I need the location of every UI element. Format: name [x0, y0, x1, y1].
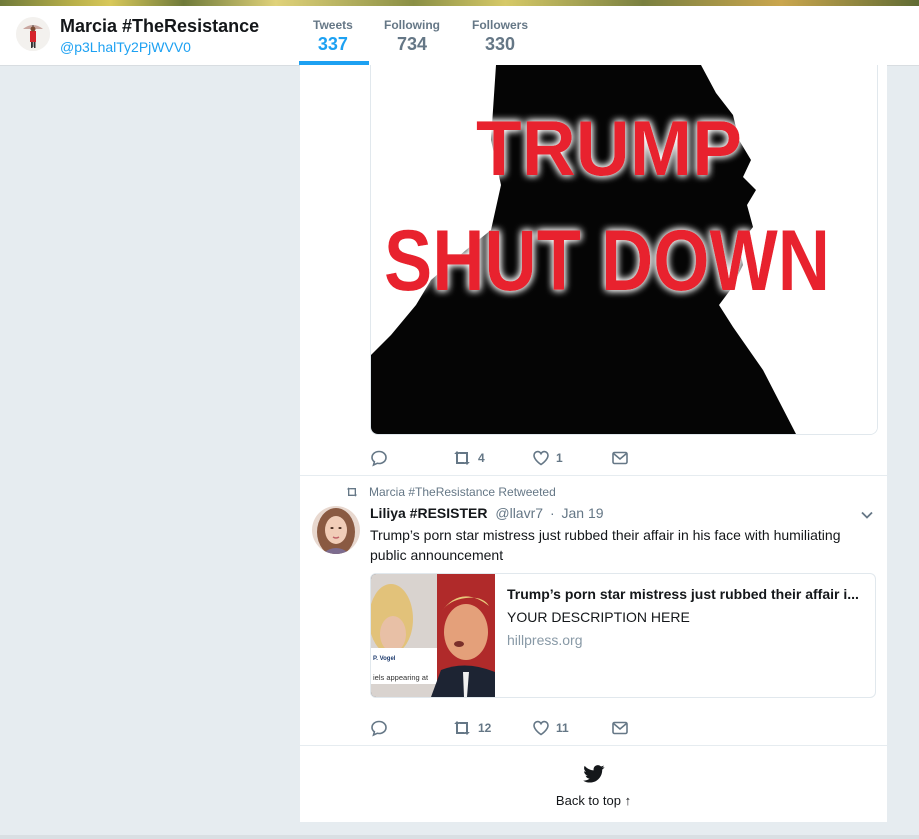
author-avatar[interactable] — [312, 506, 360, 554]
nav-tweets[interactable]: Tweets 337 — [313, 18, 353, 55]
reply-icon — [371, 720, 387, 737]
retweet-icon — [346, 487, 358, 497]
reply-icon — [371, 450, 387, 467]
reply-button[interactable] — [370, 446, 388, 470]
tweet-divider — [300, 475, 887, 476]
like-button[interactable]: 11 — [532, 716, 569, 740]
twitter-bird-icon — [583, 765, 605, 783]
thumb-caption-2: iels appearing at — [373, 673, 429, 682]
link-card-domain: hillpress.org — [507, 632, 583, 648]
nav-tweets-count: 337 — [317, 34, 348, 54]
link-card-description: YOUR DESCRIPTION HERE — [507, 609, 690, 625]
retweet-button[interactable]: 12 — [452, 716, 491, 740]
like-icon — [533, 450, 549, 466]
nav-followers-count: 330 — [484, 34, 516, 54]
direct-message-icon — [612, 721, 628, 735]
retweet-context-label[interactable]: Marcia #TheResistance Retweeted — [369, 485, 556, 499]
link-card-thumbnail: P. Vogel iels appearing at — [371, 574, 495, 697]
profile-header: Marcia #TheResistance @p3LhalTy2PjWVV0 T… — [0, 6, 919, 66]
direct-message-button[interactable] — [611, 446, 629, 470]
nav-following-label: Following — [384, 18, 440, 32]
reply-button[interactable] — [370, 716, 388, 740]
nav-followers[interactable]: Followers 330 — [472, 18, 528, 55]
tweet-menu-button[interactable] — [860, 508, 874, 527]
tweet1-actions: 4 1 — [370, 446, 670, 470]
retweet-context: Marcia #TheResistance Retweeted — [345, 485, 556, 499]
like-count: 11 — [556, 721, 569, 735]
nav-following[interactable]: Following 734 — [384, 18, 440, 55]
tweet-divider — [300, 745, 887, 746]
like-button[interactable]: 1 — [532, 446, 563, 470]
profile-avatar[interactable] — [16, 17, 50, 51]
profile-name[interactable]: Marcia #TheResistance — [60, 16, 259, 37]
tweet-timestamp[interactable]: Jan 19 — [562, 505, 604, 521]
tweet2-actions: 12 11 — [370, 716, 670, 740]
retweet-button[interactable]: 4 — [452, 446, 485, 470]
back-to-top-link[interactable]: Back to top ↑ — [300, 793, 887, 808]
profile-handle[interactable]: @p3LhalTy2PjWVV0 — [60, 39, 191, 55]
author-handle[interactable]: @llavr7 — [495, 505, 543, 521]
image-text-line1: TRUMP — [476, 104, 742, 192]
direct-message-button[interactable] — [611, 716, 629, 740]
image-text-line2: SHUT DOWN — [384, 213, 830, 309]
timeline-stream: TRUMP SHUT DOWN 4 1 Marcia #TheResistanc… — [300, 65, 887, 822]
retweet-count: 12 — [478, 721, 492, 735]
retweet-icon — [454, 451, 470, 465]
nav-tweets-label: Tweets — [313, 18, 353, 32]
link-card-title: Trump’s porn star mistress just rubbed t… — [507, 586, 859, 602]
retweet-count: 4 — [478, 451, 485, 465]
separator-dot: · — [549, 505, 555, 521]
chevron-down-icon — [861, 511, 873, 519]
page-bottom-border — [0, 835, 919, 839]
author-name[interactable]: Liliya #RESISTER — [370, 505, 487, 521]
nav-following-count: 734 — [396, 34, 428, 54]
like-count: 1 — [556, 451, 563, 465]
thumb-caption-1: P. Vogel — [373, 656, 396, 662]
tweet-header: Liliya #RESISTER @llavr7 · Jan 19 — [370, 505, 604, 521]
tweet-media-image[interactable]: TRUMP SHUT DOWN — [370, 65, 878, 435]
direct-message-icon — [612, 451, 628, 465]
link-preview-card[interactable]: P. Vogel iels appearing at Trump’s porn … — [370, 573, 876, 698]
nav-followers-label: Followers — [472, 18, 529, 32]
timeline-footer: Back to top ↑ — [300, 755, 887, 822]
tweet-text: Trump’s porn star mistress just rubbed t… — [370, 527, 841, 563]
like-icon — [533, 720, 549, 736]
retweet-icon — [454, 721, 470, 735]
